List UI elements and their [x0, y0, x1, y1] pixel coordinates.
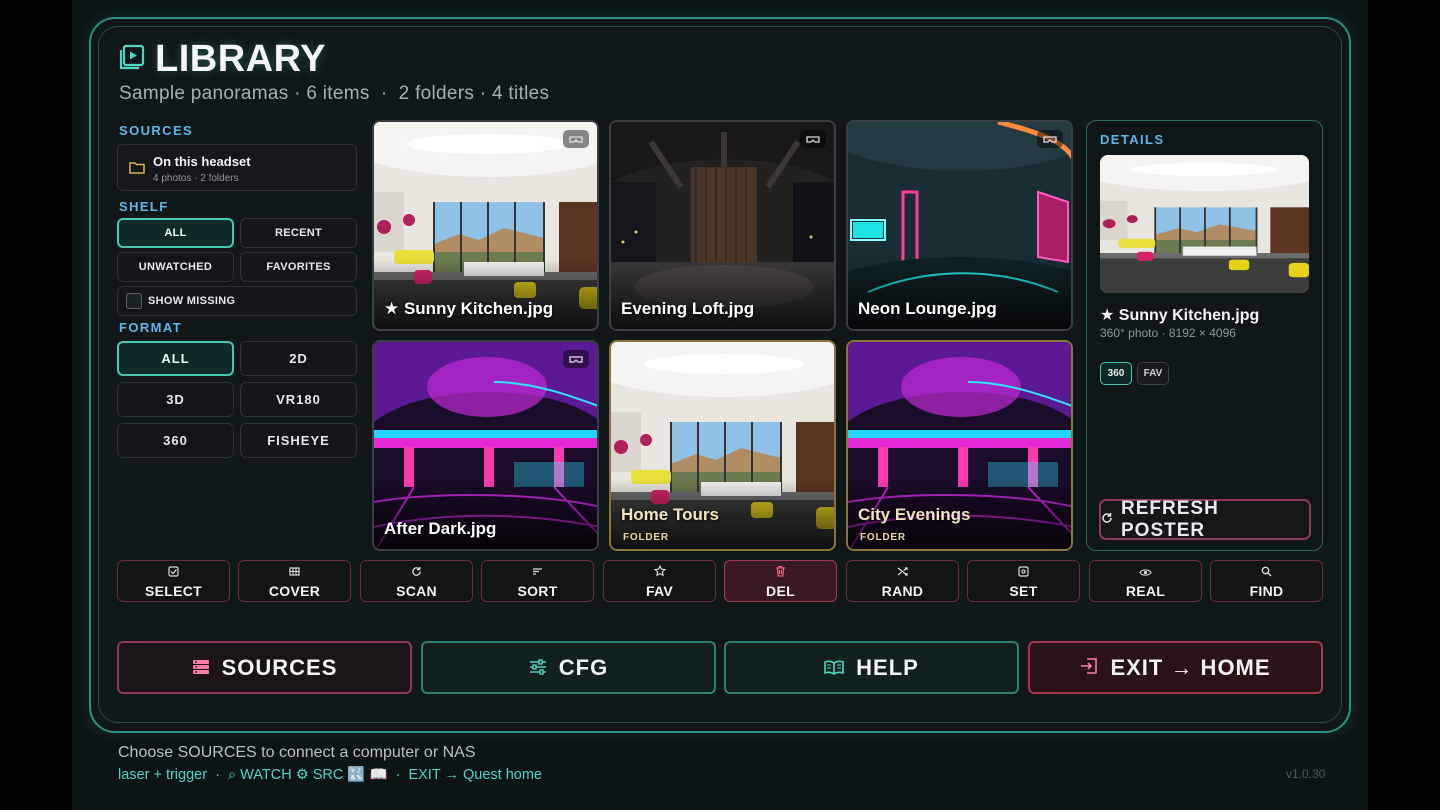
tile-title: Neon Lounge.jpg — [858, 299, 997, 318]
random-label: RAND — [881, 582, 924, 599]
tile-title: ★ Sunny Kitchen.jpg — [384, 299, 554, 318]
refresh-icon — [411, 564, 422, 582]
exit-home-label: EXIT → HOME — [1110, 654, 1271, 680]
cover-button[interactable]: COVER — [238, 560, 351, 602]
media-tile-evening-loft[interactable]: Evening Loft.jpg — [609, 120, 836, 331]
shelf-label: SHELF — [119, 199, 169, 214]
folder-tile-city-evenings[interactable]: City Evenings FOLDER — [846, 340, 1073, 551]
scan-label: SCAN — [396, 582, 437, 599]
sort-icon — [532, 564, 543, 582]
details-label: DETAILS — [1100, 132, 1165, 147]
select-button[interactable]: SELECT — [117, 560, 230, 602]
book-icon — [824, 655, 844, 681]
header: LIBRARY — [119, 38, 326, 80]
source-card[interactable]: On this headset 4 photos · 2 folders — [117, 144, 357, 191]
delete-label: DEL — [766, 582, 795, 599]
select-label: SELECT — [144, 582, 203, 599]
tile-title: After Dark.jpg — [384, 519, 497, 538]
sources-label: SOURCES — [119, 123, 194, 138]
sort-button[interactable]: SORT — [481, 560, 594, 602]
help-button[interactable]: HELP — [724, 641, 1019, 694]
shelf-favorites-button[interactable]: FAVORITES — [240, 252, 357, 282]
media-tile-neon-lounge[interactable]: Neon Lounge.jpg — [846, 120, 1073, 331]
find-label: FIND — [1249, 582, 1284, 599]
cfg-label: CFG — [558, 654, 609, 680]
format-fisheye-button[interactable]: FISHEYE — [240, 423, 357, 458]
show-missing-label: SHOW MISSING — [148, 295, 236, 307]
sources-button[interactable]: SOURCES — [117, 641, 412, 694]
footer-controls: laser + trigger · ⌕ WATCH ⚙ SRC 🔣 📖 · EX… — [118, 767, 542, 783]
vr-headset-icon — [1037, 130, 1063, 148]
source-meta: 4 photos · 2 folders — [153, 173, 239, 184]
details-title: ★ Sunny Kitchen.jpg — [1100, 307, 1260, 324]
refresh-icon — [1101, 511, 1113, 529]
details-meta: 360° photo · 8192 × 4096 — [1100, 326, 1236, 340]
show-missing-checkbox[interactable] — [126, 293, 142, 309]
version-label: v1.0.30 — [1286, 767, 1326, 781]
poster-image — [1100, 155, 1309, 293]
fav-button[interactable]: FAV — [603, 560, 716, 602]
sliders-icon — [529, 655, 547, 681]
exit-home-button[interactable]: EXIT → HOME — [1028, 641, 1323, 694]
format-all-button[interactable]: ALL — [117, 341, 234, 376]
set-button[interactable]: SET — [967, 560, 1080, 602]
random-button[interactable]: RAND — [846, 560, 959, 602]
refresh-poster-button[interactable]: REFRESH POSTER — [1099, 497, 1311, 541]
vr-headset-icon — [800, 130, 826, 148]
tag-360: 360 — [1100, 362, 1132, 385]
checkbox-icon — [168, 564, 179, 582]
library-icon — [119, 44, 145, 75]
details-panel: DETAILS ★ Sunny Kitchen.jpg 360° photo ·… — [1086, 120, 1323, 551]
star-icon — [653, 564, 666, 582]
cfg-button[interactable]: CFG — [421, 641, 716, 694]
scan-button[interactable]: SCAN — [360, 560, 473, 602]
format-vr180-button[interactable]: VR180 — [240, 382, 357, 417]
show-missing-toggle[interactable]: SHOW MISSING — [117, 286, 357, 316]
grid-icon — [289, 564, 300, 582]
format-3d-button[interactable]: 3D — [117, 382, 234, 417]
page-subtitle: Sample panoramas · 6 items · 2 folders ·… — [119, 83, 550, 104]
format-label: FORMAT — [119, 320, 183, 335]
media-tile-after-dark[interactable]: After Dark.jpg — [372, 340, 599, 551]
tile-kind: FOLDER — [623, 532, 669, 543]
vr-headset-icon — [563, 130, 589, 148]
tile-title: Home Tours — [621, 505, 719, 524]
delete-button[interactable]: DEL — [724, 560, 837, 602]
format-360-button[interactable]: 360 — [117, 423, 234, 458]
settings-icon — [1018, 564, 1029, 582]
shelf-recent-button[interactable]: RECENT — [240, 218, 357, 248]
shelf-all-button[interactable]: ALL — [117, 218, 234, 248]
eye-icon — [1139, 564, 1152, 582]
real-button[interactable]: REAL — [1089, 560, 1202, 602]
tile-title: Evening Loft.jpg — [621, 299, 755, 318]
vr-headset-icon — [563, 350, 589, 368]
real-label: REAL — [1125, 582, 1166, 599]
tile-kind: FOLDER — [860, 532, 906, 543]
source-name: On this headset — [153, 154, 251, 169]
set-label: SET — [1009, 582, 1038, 599]
fav-label: FAV — [645, 582, 674, 599]
folder-tile-home-tours[interactable]: Home Tours FOLDER — [609, 340, 836, 551]
server-icon — [192, 655, 210, 681]
media-tile-sunny-kitchen[interactable]: ★ Sunny Kitchen.jpg — [372, 120, 599, 331]
shuffle-icon — [897, 564, 908, 582]
exit-icon — [1080, 655, 1098, 681]
find-button[interactable]: FIND — [1210, 560, 1323, 602]
tag-fav: FAV — [1137, 362, 1169, 385]
page-title: LIBRARY — [155, 37, 326, 80]
sources-label: SOURCES — [221, 654, 338, 680]
format-2d-button[interactable]: 2D — [240, 341, 357, 376]
details-poster — [1100, 155, 1309, 293]
tile-title: City Evenings — [858, 505, 971, 524]
footer-hint: Choose SOURCES to connect a computer or … — [118, 744, 476, 761]
help-label: HELP — [856, 654, 919, 680]
folder-icon — [129, 161, 145, 179]
trash-icon — [775, 564, 786, 582]
sort-label: SORT — [517, 582, 558, 599]
search-icon — [1261, 564, 1272, 582]
shelf-unwatched-button[interactable]: UNWATCHED — [117, 252, 234, 282]
refresh-poster-label: REFRESH POSTER — [1121, 497, 1219, 541]
cover-label: COVER — [268, 582, 321, 599]
